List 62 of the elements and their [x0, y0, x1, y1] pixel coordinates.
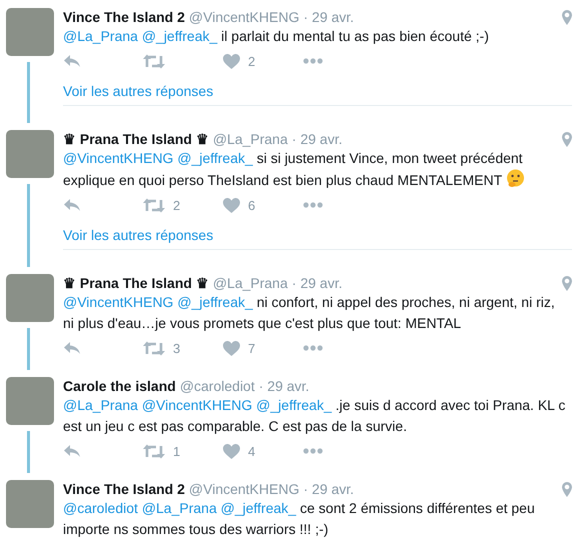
tweet-date[interactable]: · 29 avr.: [303, 481, 354, 497]
display-name[interactable]: Carole the island: [63, 378, 176, 394]
avatar-photo-placeholder[interactable]: [6, 130, 54, 178]
like-count: 4: [248, 444, 256, 458]
retweet-count: 2: [173, 198, 180, 212]
avatar-photo-placeholder[interactable]: [6, 8, 54, 56]
heart-icon[interactable]: [223, 198, 240, 212]
retweet-icon[interactable]: [143, 54, 165, 68]
heart-icon[interactable]: [223, 444, 240, 458]
user-handle[interactable]: @carolediot: [180, 378, 255, 394]
display-name[interactable]: Vince The Island 2: [63, 481, 185, 497]
mention-link[interactable]: @_jeffreak_: [142, 28, 218, 44]
mention-link[interactable]: @VincentKHENG: [63, 150, 174, 166]
user-handle[interactable]: @La_Prana: [212, 131, 288, 147]
display-name[interactable]: Vince The Island 2: [63, 9, 185, 25]
more-icon[interactable]: [303, 448, 323, 454]
avatar-photo-placeholder[interactable]: [6, 274, 54, 322]
tweet-date[interactable]: · 29 avr.: [292, 131, 342, 147]
mention-link[interactable]: @_jeffreak_: [220, 500, 296, 516]
avatar-photo-placeholder[interactable]: [6, 480, 54, 528]
mention-link[interactable]: @_jeffreak_: [256, 397, 332, 413]
tweet-date[interactable]: · 29 avr.: [303, 9, 354, 25]
mention-link[interactable]: @VincentKHENG: [63, 294, 174, 310]
tweet-text: @carolediot @La_Prana @_jeffreak_ ce sont 2 émissions différentes et peu importe ns sommes tous des warriors !!! ;-): [63, 499, 536, 539]
tweet-date[interactable]: · 29 avr.: [292, 275, 342, 291]
like-count: 6: [248, 198, 256, 212]
reply-icon[interactable]: [63, 54, 81, 68]
user-handle[interactable]: @VincentKHENG: [188, 481, 300, 497]
reply-icon[interactable]: [63, 444, 81, 458]
retweet-icon[interactable]: [143, 340, 165, 356]
tweet-date[interactable]: · 29 avr.: [258, 378, 310, 394]
user-handle[interactable]: @La_Prana: [212, 275, 288, 291]
mention-link[interactable]: @_jeffreak_: [177, 150, 253, 166]
reply-icon[interactable]: [63, 198, 81, 212]
display-name[interactable]: ♛ Prana The Island ♛: [63, 275, 209, 291]
mention-link[interactable]: @carolediot: [63, 500, 138, 516]
more-replies-link[interactable]: Voir les autres réponses: [63, 81, 572, 106]
heart-icon[interactable]: [223, 54, 240, 68]
user-handle[interactable]: @VincentKHENG: [188, 9, 300, 25]
tweet-text: @La_Prana @_jeffreak_ il parlait du mental tu as pas bien écouté ;-): [63, 27, 490, 46]
like-count: 7: [248, 340, 256, 356]
tweet-text: @VincentKHENG @_jeffreak_ si si justement Vince, mon tweet précédent explique en quoi perso TheIsland est bien plus chaud MENTALEMENT: [63, 148, 568, 191]
retweet-icon[interactable]: [143, 444, 165, 458]
display-name[interactable]: ♛ Prana The Island ♛: [63, 131, 209, 147]
more-icon[interactable]: [303, 202, 323, 208]
more-icon[interactable]: [303, 345, 323, 351]
mention-link[interactable]: @La_Prana: [142, 500, 217, 516]
more-icon[interactable]: [303, 58, 323, 64]
more-replies-link[interactable]: Voir les autres réponses: [63, 225, 572, 250]
mention-link[interactable]: @VincentKHENG: [142, 397, 252, 413]
mention-link[interactable]: @_jeffreak_: [177, 294, 253, 310]
mention-link[interactable]: @La_Prana: [63, 397, 138, 413]
mention-link[interactable]: @La_Prana: [63, 28, 138, 44]
tweet-text: @VincentKHENG @_jeffreak_ ni confort, ni appel des proches, ni argent, ni riz, ni plus d'eau…je vous promets que c'est plus que tout: MENTAL: [63, 293, 556, 333]
heart-icon[interactable]: [223, 340, 240, 356]
tweet-text: @La_Prana @VincentKHENG @_jeffreak_ .je suis d accord avec toi Prana. KL c est un jeu c est pas comparable. C est pas de la survie.: [63, 396, 566, 436]
retweet-icon[interactable]: [143, 198, 165, 212]
like-count: 2: [248, 54, 256, 68]
retweet-count: 1: [173, 444, 180, 458]
reply-icon[interactable]: [63, 341, 81, 355]
retweet-count: 3: [173, 340, 180, 356]
avatar-photo-placeholder[interactable]: [6, 377, 54, 425]
